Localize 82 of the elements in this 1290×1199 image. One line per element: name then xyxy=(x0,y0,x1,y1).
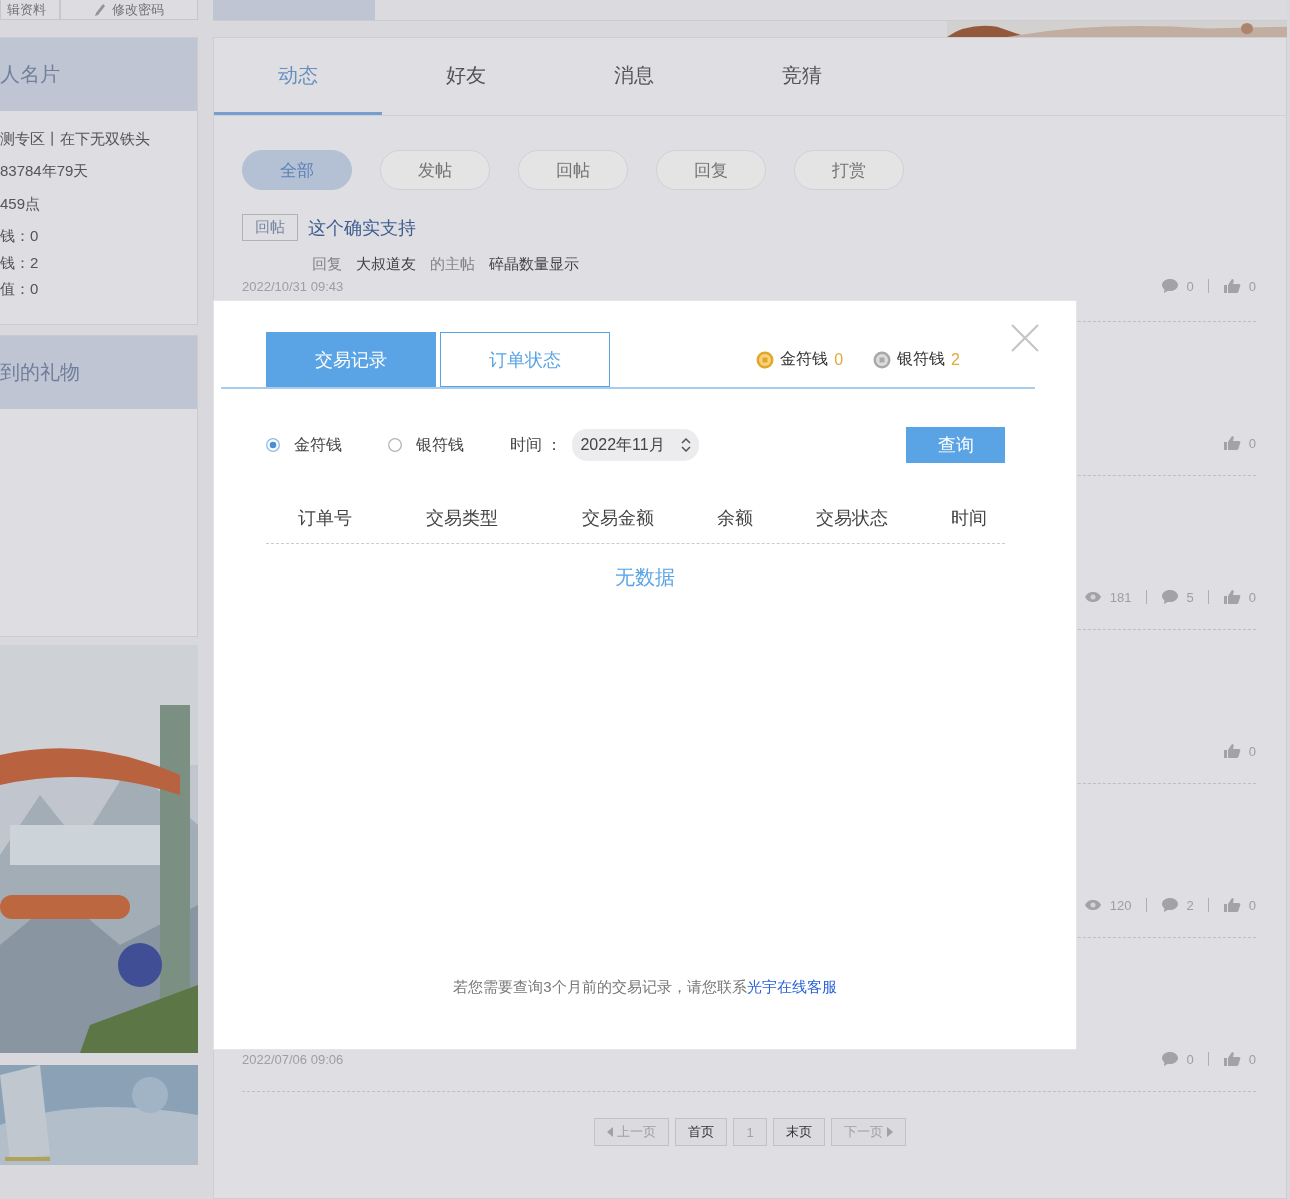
profile-line: 值：0 xyxy=(0,279,40,300)
post-date: 2022/07/06 09:06 xyxy=(242,1051,344,1067)
speech-bubble-icon xyxy=(1160,897,1179,913)
nav-button[interactable]: 辑资料 xyxy=(0,0,60,20)
pagination-button[interactable]: 末页 xyxy=(772,1118,825,1146)
comment-count: 0 xyxy=(1186,278,1194,294)
like-count: 0 xyxy=(1248,435,1256,451)
filter-pill[interactable]: 全部 xyxy=(242,150,352,190)
profile-line: 83784年79天 xyxy=(0,161,90,182)
speech-bubble-icon xyxy=(1160,278,1179,294)
pencil-icon xyxy=(94,2,106,17)
balance-label: 银符钱 xyxy=(897,349,946,369)
speech-bubble-icon xyxy=(1160,589,1179,605)
column-header: 余额 xyxy=(716,507,754,530)
comment-count: 0 xyxy=(1186,1051,1194,1067)
triangle-icon xyxy=(607,1127,614,1137)
pagination-button[interactable]: 首页 xyxy=(675,1118,728,1146)
eye-icon xyxy=(1083,897,1102,913)
thumbs-up-icon xyxy=(1222,278,1241,294)
radio-option[interactable]: 银符钱 xyxy=(388,434,464,456)
profile-line: 钱：2 xyxy=(0,252,40,273)
thumbs-up-icon xyxy=(1222,435,1241,451)
coin-icon xyxy=(873,350,892,369)
balance-value: 0 xyxy=(834,350,844,369)
like-count: 0 xyxy=(1248,589,1256,605)
profile-line: 钱：0 xyxy=(0,226,40,246)
post-tag: 回帖 xyxy=(242,214,298,241)
post-meta: 碎晶数量显示 xyxy=(489,255,579,274)
profile-line: 459点 xyxy=(0,193,42,214)
card-title: 到的礼物 xyxy=(0,360,80,385)
column-header: 交易金额 xyxy=(580,507,655,530)
thumbs-up-icon xyxy=(1222,743,1241,759)
query-button[interactable]: 查询 xyxy=(906,427,1005,463)
column-header: 交易状态 xyxy=(815,507,889,530)
coin-icon xyxy=(756,350,775,369)
like-count: 0 xyxy=(1248,1051,1256,1067)
thumbs-up-icon xyxy=(1222,897,1241,913)
post-meta: 的主帖 xyxy=(430,255,475,274)
month-select[interactable]: 2022年11月 xyxy=(572,429,699,461)
comment-count: 2 xyxy=(1186,897,1194,913)
tab[interactable]: 交易记录 xyxy=(266,332,436,387)
triangle-icon xyxy=(886,1127,893,1137)
card-title: 人名片 xyxy=(0,62,60,87)
tab[interactable]: 消息 xyxy=(550,38,718,115)
filter-pill[interactable]: 回帖 xyxy=(518,150,628,190)
filter-pill[interactable]: 发帖 xyxy=(380,150,490,190)
balance-value: 2 xyxy=(951,350,960,369)
like-count: 0 xyxy=(1248,897,1256,913)
view-count: 181 xyxy=(1109,589,1132,605)
up-down-caret-icon xyxy=(680,438,691,452)
tab[interactable]: 动态 xyxy=(214,38,382,115)
comment-count: 5 xyxy=(1186,589,1194,605)
tab[interactable]: 竞猜 xyxy=(718,38,886,115)
post-meta: 回复 xyxy=(312,255,342,274)
thumbs-up-icon xyxy=(1222,589,1241,605)
nav-button[interactable]: 修改密码 xyxy=(60,0,198,20)
post-title[interactable]: 这个确实支持 xyxy=(308,215,416,240)
view-count: 120 xyxy=(1109,897,1132,913)
radio-icon[interactable] xyxy=(266,438,280,452)
balance-label: 金符钱 xyxy=(780,349,829,369)
support-link[interactable]: 光宇在线客服 xyxy=(746,978,837,995)
close-button[interactable] xyxy=(1010,323,1040,353)
like-count: 0 xyxy=(1248,743,1256,759)
filter-pill[interactable]: 回复 xyxy=(656,150,766,190)
radio-icon[interactable] xyxy=(388,438,402,452)
empty-message: 无数据 xyxy=(615,565,675,590)
column-header: 订单号 xyxy=(297,507,353,530)
radio-option[interactable]: 金符钱 xyxy=(266,434,342,456)
field-label: 时间 ： xyxy=(510,434,563,455)
post-date: 2022/10/31 09:43 xyxy=(242,278,344,294)
post-meta: 大叔道友 xyxy=(356,255,416,274)
column-header: 时间 xyxy=(949,507,988,530)
tab[interactable]: 好友 xyxy=(382,38,550,115)
filter-pill[interactable]: 打赏 xyxy=(794,150,904,190)
column-header: 交易类型 xyxy=(424,507,499,530)
profile-line: 测专区丨在下无双铁头 xyxy=(0,129,151,149)
like-count: 0 xyxy=(1248,278,1256,294)
eye-icon xyxy=(1083,589,1102,605)
speech-bubble-icon xyxy=(1160,1051,1179,1067)
tab[interactable]: 订单状态 xyxy=(440,332,610,387)
footer-note: 若您需要查询3个月前的交易记录，请您联系光宇在线客服 xyxy=(453,978,837,997)
thumbs-up-icon xyxy=(1222,1051,1241,1067)
